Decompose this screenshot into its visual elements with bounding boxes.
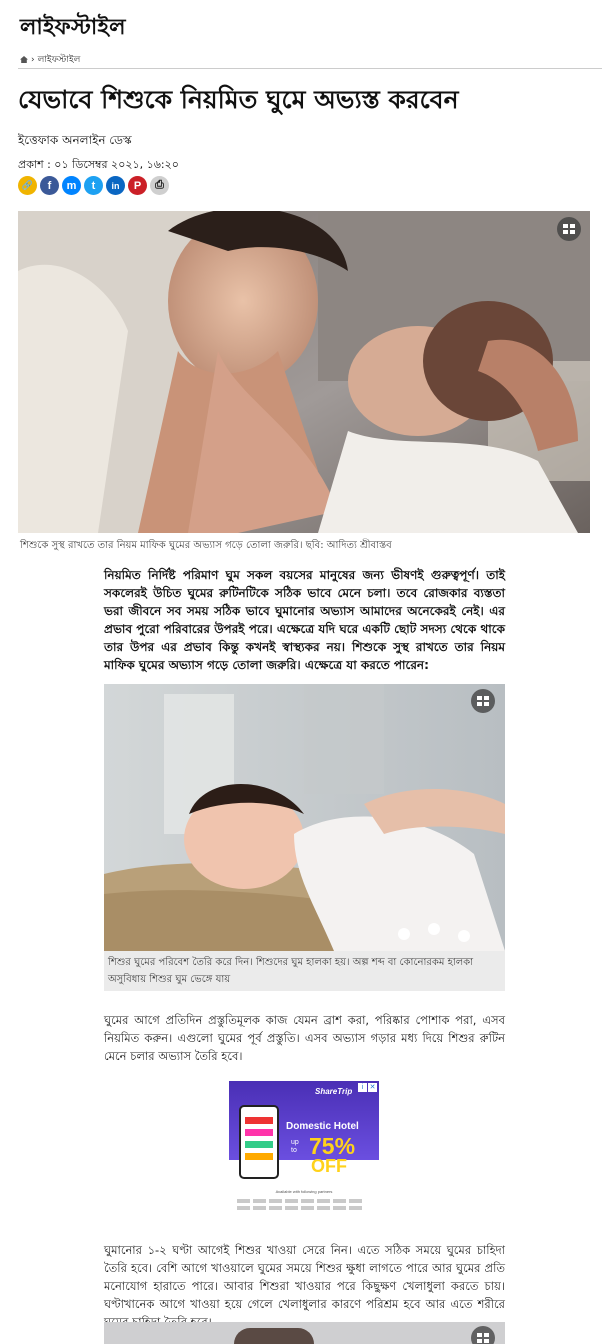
link-icon[interactable]: 🔗 bbox=[18, 176, 37, 195]
ad-footer: Available with following partners bbox=[275, 1189, 333, 1194]
facebook-icon[interactable]: f bbox=[40, 176, 59, 195]
phone-graphic bbox=[239, 1105, 279, 1179]
advertisement[interactable]: i ✕ ShareTrip Domestic Hotel up to 75% O… bbox=[229, 1081, 379, 1225]
photo-subject bbox=[234, 1328, 314, 1344]
pinterest-icon[interactable]: P bbox=[128, 176, 147, 195]
article-lead: নিয়মিত নির্দিষ্ট পরিমাণ ঘুম সকল বয়সের … bbox=[104, 568, 505, 672]
ad-off: OFF bbox=[311, 1156, 347, 1176]
twitter-icon[interactable]: t bbox=[84, 176, 103, 195]
section-title[interactable]: লাইফস্টাইল bbox=[20, 10, 126, 47]
article-paragraph: ঘুমানোর ১-২ ঘণ্টা আগেই শিশুর খাওয়া সেরে… bbox=[104, 1243, 505, 1329]
divider bbox=[18, 68, 602, 69]
print-icon[interactable]: ⎙ bbox=[150, 176, 169, 195]
messenger-icon[interactable]: m bbox=[62, 176, 81, 195]
ad-upto: up to bbox=[291, 1139, 299, 1154]
image-caption: শিশুকে সুস্থ রাখতে তার নিয়ম মাফিক ঘুমের… bbox=[20, 540, 392, 551]
linkedin-icon[interactable]: in bbox=[106, 176, 125, 195]
partner-logos bbox=[237, 1199, 371, 1210]
gallery-icon[interactable] bbox=[471, 1326, 495, 1344]
ad-headline: Domestic Hotel bbox=[286, 1121, 359, 1132]
mother-baby-photo bbox=[18, 211, 590, 533]
breadcrumb-separator: › bbox=[31, 54, 35, 65]
publish-date: প্রকাশ : ০১ ডিসেম্বর ২০২১, ১৬:২০ bbox=[18, 158, 179, 171]
share-bar: 🔗 f m t in P ⎙ bbox=[18, 176, 169, 195]
byline: ইত্তেফাক অনলাইন ডেস্ক bbox=[18, 133, 132, 147]
home-icon[interactable] bbox=[20, 56, 28, 63]
second-article-image[interactable] bbox=[104, 684, 505, 951]
main-article-image[interactable] bbox=[18, 211, 590, 533]
breadcrumb-current[interactable]: লাইফস্টাইল bbox=[38, 52, 81, 67]
gallery-icon[interactable] bbox=[471, 689, 495, 713]
article-headline: যেভাবে শিশুকে নিয়মিত ঘুমে অভ্যস্ত করবেন bbox=[18, 85, 459, 114]
article-paragraph: ঘুমের আগে প্রতিদিন প্রস্তুতিমূলক কাজ যেম… bbox=[104, 1013, 505, 1063]
third-article-image[interactable] bbox=[104, 1322, 505, 1344]
close-icon[interactable]: ✕ bbox=[368, 1083, 377, 1092]
ad-brand: ShareTrip bbox=[315, 1087, 353, 1096]
sleeping-baby-photo bbox=[104, 684, 505, 951]
ad-controls: i ✕ bbox=[358, 1083, 377, 1092]
info-icon[interactable]: i bbox=[358, 1083, 367, 1092]
gallery-icon[interactable] bbox=[557, 217, 581, 241]
breadcrumb: › লাইফস্টাইল bbox=[20, 52, 80, 67]
image-caption: শিশুর ঘুমের পরিবেশ তৈরি করে দিন। শিশুদের… bbox=[104, 951, 505, 991]
